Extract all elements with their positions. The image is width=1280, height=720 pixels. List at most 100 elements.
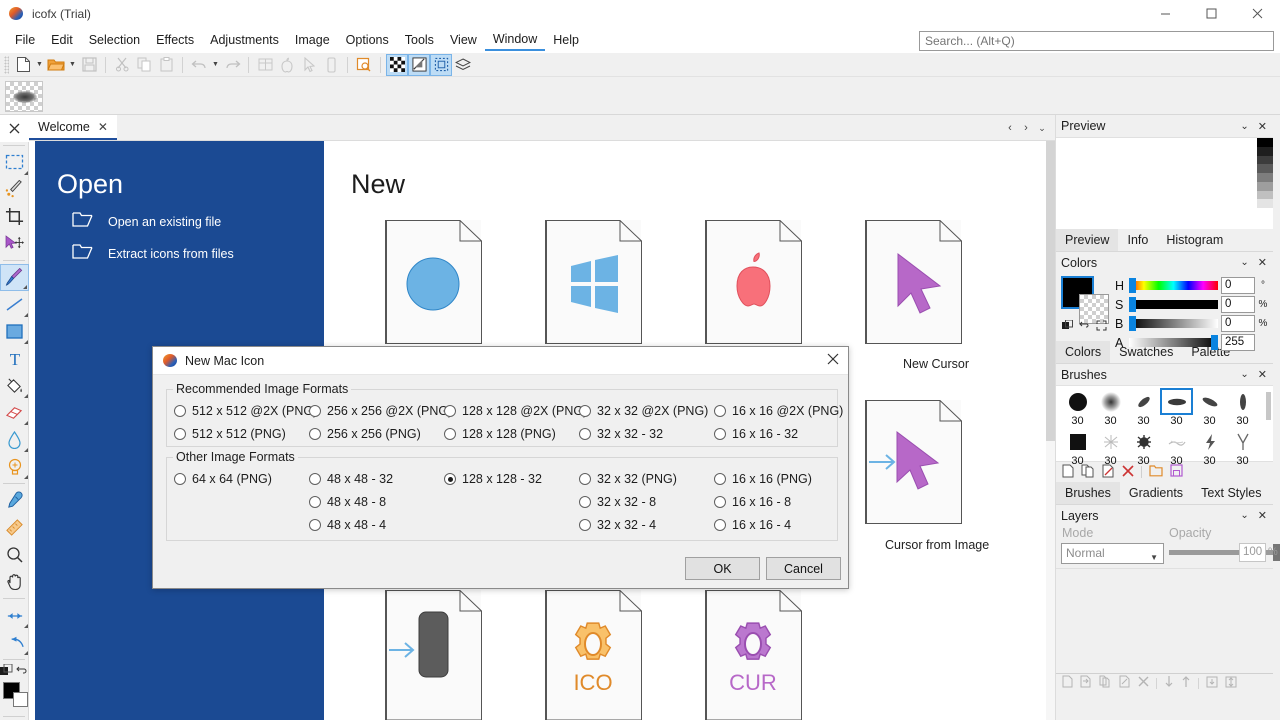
new-windows-icon-card[interactable]: [545, 220, 641, 344]
radio-32-png[interactable]: 32 x 32 (PNG): [579, 472, 677, 486]
cursor-icon[interactable]: [298, 54, 320, 76]
windows-icon[interactable]: [254, 54, 276, 76]
copy-icon[interactable]: [133, 54, 155, 76]
magnifier-icon[interactable]: [0, 541, 29, 568]
new-dropdown-arrow[interactable]: ▼: [34, 54, 45, 76]
expand-icon[interactable]: [1096, 320, 1107, 334]
rectangle-select-icon[interactable]: [0, 149, 29, 176]
radio-32-4[interactable]: 32 x 32 - 4: [579, 518, 656, 532]
swap-colors-icon[interactable]: [0, 664, 13, 680]
radio-32-2x-png[interactable]: 32 x 32 @2X (PNG): [579, 404, 708, 418]
menu-file[interactable]: File: [7, 30, 43, 50]
welcome-scrollbar-thumb[interactable]: [1046, 141, 1055, 441]
close-icon[interactable]: [827, 353, 839, 368]
new-cursor-card[interactable]: [865, 220, 961, 344]
eyedropper-icon[interactable]: [0, 487, 29, 514]
new-mac-icon-card[interactable]: [705, 220, 801, 344]
curved-arrow-icon[interactable]: [0, 629, 29, 656]
brightness-slider-thumb[interactable]: [1129, 316, 1136, 331]
tab-brushes[interactable]: Brushes: [1056, 482, 1120, 504]
color-swatches[interactable]: [0, 681, 29, 713]
brush-spatter-dense[interactable]: 30: [1127, 428, 1160, 468]
menu-window[interactable]: Window: [485, 29, 545, 51]
close-icon[interactable]: ✕: [1258, 256, 1267, 269]
radio-48-32[interactable]: 48 x 48 - 32: [309, 472, 393, 486]
open-folder-icon[interactable]: [45, 54, 67, 76]
toolbar-grip[interactable]: [4, 56, 9, 74]
ruler-icon[interactable]: [0, 514, 29, 541]
tab-welcome[interactable]: Welcome ✕: [29, 115, 117, 140]
layers-list[interactable]: [1056, 568, 1273, 673]
radio-48-8[interactable]: 48 x 48 - 8: [309, 495, 386, 509]
menu-effects[interactable]: Effects: [148, 30, 202, 50]
move-down-icon[interactable]: [1164, 675, 1174, 691]
checker-background-icon[interactable]: [386, 54, 408, 76]
magic-wand-icon[interactable]: [0, 176, 29, 203]
chevron-down-icon[interactable]: ⌄: [1240, 510, 1248, 521]
minimize-icon[interactable]: [1142, 0, 1188, 27]
undo-icon[interactable]: [188, 54, 210, 76]
ico-library-card[interactable]: ICO: [545, 590, 641, 720]
menu-image[interactable]: Image: [287, 30, 338, 50]
tab-colors[interactable]: Colors: [1056, 341, 1110, 363]
hue-value[interactable]: 0: [1221, 277, 1255, 294]
cut-icon[interactable]: [111, 54, 133, 76]
mobile-icon-card[interactable]: [385, 590, 481, 720]
import-layer-icon[interactable]: [1080, 675, 1092, 691]
saturation-slider-thumb[interactable]: [1129, 297, 1136, 312]
brightness-value[interactable]: 0: [1221, 315, 1255, 332]
chevron-down-icon[interactable]: ⌄: [1240, 257, 1248, 268]
line-icon[interactable]: [0, 291, 29, 318]
welcome-scrollbar[interactable]: [1046, 141, 1055, 720]
move-selection-icon[interactable]: [0, 230, 29, 257]
water-drop-icon[interactable]: [0, 426, 29, 453]
copy-color-icon[interactable]: [1062, 320, 1073, 334]
paste-icon[interactable]: [155, 54, 177, 76]
radio-64-png[interactable]: 64 x 64 (PNG): [174, 472, 272, 486]
duplicate-layer-icon[interactable]: [1099, 675, 1112, 691]
move-up-icon[interactable]: [1181, 675, 1191, 691]
maximize-icon[interactable]: [1188, 0, 1234, 27]
radio-256-png[interactable]: 256 x 256 (PNG): [309, 427, 421, 441]
new-icon-card[interactable]: [385, 220, 481, 344]
radio-128-2x-png[interactable]: 128 x 128 @2X (PNG): [444, 404, 587, 418]
menu-edit[interactable]: Edit: [43, 30, 81, 50]
search-input[interactable]: [919, 31, 1274, 51]
brushes-scrollbar-thumb[interactable]: [1266, 392, 1271, 420]
undo-dropdown-arrow[interactable]: ▼: [210, 54, 221, 76]
cur-library-card[interactable]: CUR: [705, 590, 801, 720]
preview-icon[interactable]: [353, 54, 375, 76]
saturation-value[interactable]: 0: [1221, 296, 1255, 313]
brush-hard-round[interactable]: 30: [1061, 388, 1094, 428]
brush-fork[interactable]: 30: [1226, 428, 1259, 468]
text-icon[interactable]: T: [0, 345, 29, 372]
radio-48-4[interactable]: 48 x 48 - 4: [309, 518, 386, 532]
brush-flat-ellipse[interactable]: 30: [1160, 388, 1193, 428]
flatten-icon[interactable]: [1225, 676, 1237, 691]
transparency-icon[interactable]: [408, 54, 430, 76]
radio-16-2x-png[interactable]: 16 x 16 @2X (PNG): [714, 404, 843, 418]
chevron-down-icon[interactable]: ⌄: [1035, 117, 1049, 139]
mobile-icon[interactable]: [320, 54, 342, 76]
chevron-right-icon[interactable]: ›: [1019, 117, 1033, 139]
brush-lightning[interactable]: 30: [1193, 428, 1226, 468]
radio-128-32[interactable]: 128 x 128 - 32: [444, 472, 542, 486]
open-dropdown-arrow[interactable]: ▼: [67, 54, 78, 76]
secondary-color-swatch[interactable]: [13, 692, 28, 707]
tab-gradients[interactable]: Gradients: [1120, 482, 1192, 504]
brush-hard-square[interactable]: 30: [1061, 428, 1094, 468]
brush-vertical-thin[interactable]: 30: [1226, 388, 1259, 428]
radio-32-32[interactable]: 32 x 32 - 32: [579, 427, 663, 441]
brush-spatter-light[interactable]: 30: [1094, 428, 1127, 468]
radio-16-8[interactable]: 16 x 16 - 8: [714, 495, 791, 509]
layer-properties-icon[interactable]: [1119, 675, 1131, 691]
selection-icon[interactable]: [430, 54, 452, 76]
menu-selection[interactable]: Selection: [81, 30, 148, 50]
tab-histogram[interactable]: Histogram: [1157, 229, 1232, 251]
menu-options[interactable]: Options: [338, 30, 397, 50]
brush-angled-small[interactable]: 30: [1127, 388, 1160, 428]
menu-tools[interactable]: Tools: [397, 30, 442, 50]
radio-256-2x-png[interactable]: 256 x 256 @2X (PNG): [309, 404, 452, 418]
paintbrush-icon[interactable]: [0, 264, 29, 291]
radio-128-png[interactable]: 128 x 128 (PNG): [444, 427, 556, 441]
